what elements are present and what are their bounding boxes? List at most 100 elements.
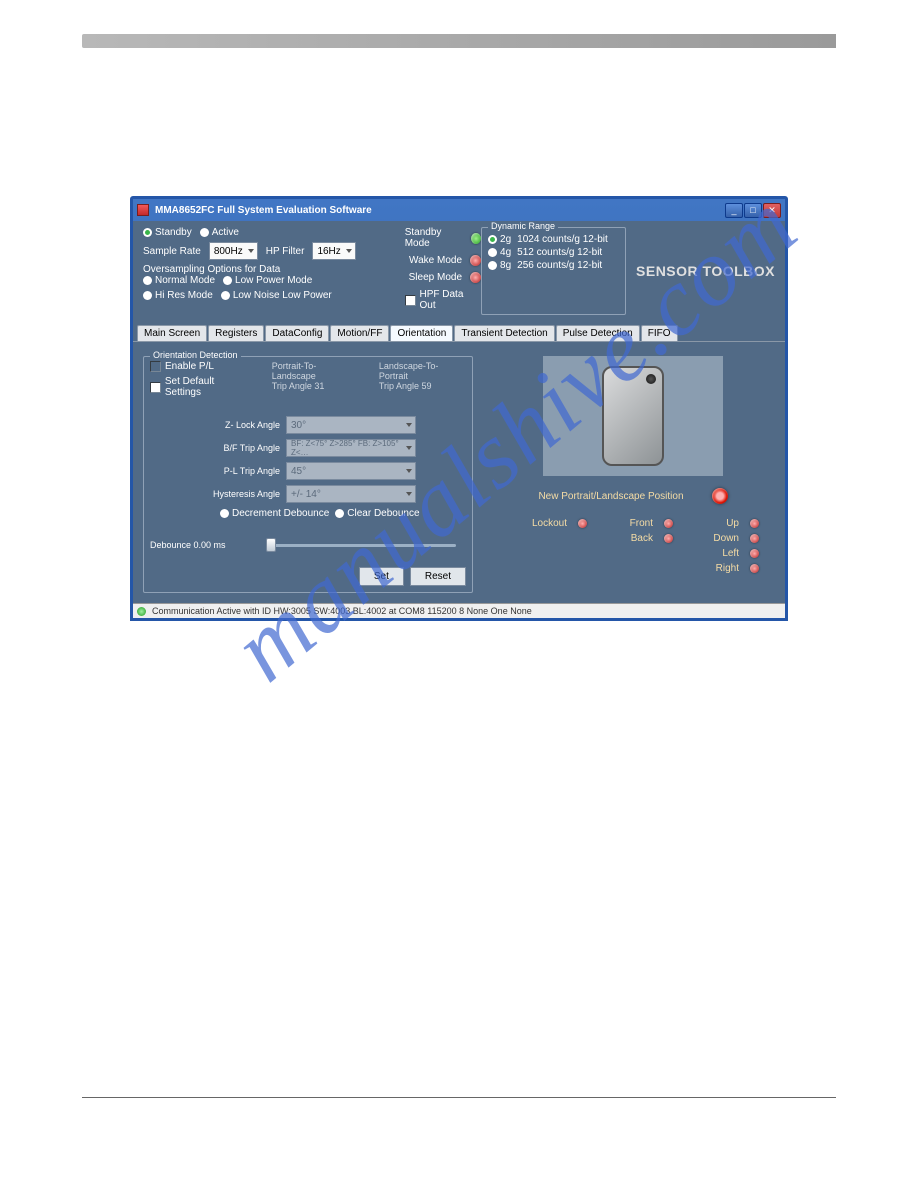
left-led [750, 549, 759, 558]
front-led [664, 519, 673, 528]
reset-button[interactable]: Reset [410, 567, 466, 586]
new-position-led [712, 488, 728, 504]
app-window: MMA8652FC Full System Evaluation Softwar… [130, 196, 788, 621]
titlebar[interactable]: MMA8652FC Full System Evaluation Softwar… [133, 199, 785, 221]
normal-mode-radio[interactable]: Normal Mode [143, 275, 215, 286]
tab-registers[interactable]: Registers [208, 325, 264, 341]
bf-select[interactable]: BF: Z<75° Z>285° FB: Z>105° Z<… [286, 439, 416, 457]
debounce-label: Debounce 0.00 ms [150, 540, 260, 550]
down-label: Down [713, 533, 739, 544]
standby-mode-label: Standby Mode [405, 227, 463, 249]
range-2g-radio[interactable]: 2g [488, 234, 511, 245]
hpf-data-out-label: HPF Data Out [420, 289, 482, 311]
decrement-debounce-radio[interactable]: Decrement Debounce [220, 508, 329, 519]
enable-pl-label: Enable P/L [165, 361, 214, 372]
bf-label: B/F Trip Angle [190, 443, 280, 453]
connection-led [137, 607, 146, 616]
z-lock-select[interactable]: 30° [286, 416, 416, 434]
range-2g-desc: 1024 counts/g 12-bit [517, 234, 608, 245]
debounce-slider[interactable] [266, 537, 456, 553]
camera-lens-icon [646, 374, 656, 384]
sample-rate-select[interactable]: 800Hz [209, 242, 258, 260]
down-led [750, 534, 759, 543]
phone-preview [543, 356, 723, 476]
ltp-label: Landscape-To-Portrait [379, 361, 466, 381]
dynamic-range-box: Dynamic Range 2g1024 counts/g 12-bit 4g5… [481, 227, 626, 315]
tab-transient[interactable]: Transient Detection [454, 325, 554, 341]
right-label: Right [716, 563, 739, 574]
range-2g-label: 2g [500, 234, 511, 245]
brand-label: SENSOR TOOLBOX [636, 227, 775, 315]
enable-pl-check[interactable]: Enable P/L [150, 361, 214, 372]
dec-debounce-label: Decrement Debounce [232, 508, 329, 519]
maximize-button[interactable]: □ [744, 203, 762, 218]
set-default-check[interactable]: Set Default Settings [150, 376, 252, 398]
z-lock-label: Z- Lock Angle [190, 420, 280, 430]
window-title: MMA8652FC Full System Evaluation Softwar… [155, 205, 372, 216]
up-led [750, 519, 759, 528]
ltp-value: Trip Angle 59 [379, 381, 466, 391]
set-default-label: Set Default Settings [165, 376, 252, 398]
right-led [750, 564, 759, 573]
minimize-button[interactable]: _ [725, 203, 743, 218]
range-4g-desc: 512 counts/g 12-bit [517, 247, 602, 258]
range-8g-label: 8g [500, 260, 511, 271]
tab-pulse[interactable]: Pulse Detection [556, 325, 640, 341]
page-top-rule [82, 34, 836, 48]
tab-orientation[interactable]: Orientation [390, 325, 453, 341]
clear-debounce-radio[interactable]: Clear Debounce [335, 508, 419, 519]
hysteresis-label: Hysteresis Angle [190, 489, 280, 499]
pl-trip-label: P-L Trip Angle [190, 466, 280, 476]
left-label: Left [722, 548, 739, 559]
standby-label: Standby [155, 227, 192, 238]
oversampling-label: Oversampling Options for Data [143, 264, 405, 275]
lownoise-label: Low Noise Low Power [233, 290, 332, 301]
statusbar: Communication Active with ID HW:3005 SW:… [133, 603, 785, 618]
tab-fifo[interactable]: FIFO [641, 325, 678, 341]
hysteresis-select[interactable]: +/- 14° [286, 485, 416, 503]
tab-dataconfig[interactable]: DataConfig [265, 325, 329, 341]
range-4g-label: 4g [500, 247, 511, 258]
ptl-label: Portrait-To-Landscape [272, 361, 359, 381]
close-button[interactable]: ✕ [763, 203, 781, 218]
lockout-led [578, 519, 587, 528]
set-button[interactable]: Set [359, 567, 404, 586]
phone-icon [602, 366, 664, 466]
normal-mode-label: Normal Mode [155, 275, 215, 286]
back-led [664, 534, 673, 543]
pl-trip-select[interactable]: 45° [286, 462, 416, 480]
sleep-led [470, 272, 481, 283]
ptl-value: Trip Angle 31 [272, 381, 359, 391]
page-bottom-rule [82, 1097, 836, 1098]
range-4g-radio[interactable]: 4g [488, 247, 511, 258]
low-power-radio[interactable]: Low Power Mode [223, 275, 312, 286]
orientation-detection-box: Orientation Detection Enable P/L Set Def… [143, 356, 473, 593]
app-icon [137, 204, 149, 216]
tab-main-screen[interactable]: Main Screen [137, 325, 207, 341]
up-label: Up [726, 518, 739, 529]
standby-radio[interactable]: Standby [143, 227, 192, 238]
orientation-legend: Orientation Detection [150, 350, 241, 360]
sleep-mode-label: Sleep Mode [409, 272, 462, 283]
range-8g-desc: 256 counts/g 12-bit [517, 260, 602, 271]
back-label: Back [631, 533, 653, 544]
range-8g-radio[interactable]: 8g [488, 260, 511, 271]
tab-motion-ff[interactable]: Motion/FF [330, 325, 389, 341]
hp-filter-select[interactable]: 16Hz [312, 242, 355, 260]
sample-rate-label: Sample Rate [143, 246, 201, 257]
front-label: Front [630, 518, 653, 529]
wake-led [470, 255, 481, 266]
hpf-data-out-check[interactable]: HPF Data Out [405, 289, 481, 311]
hp-filter-label: HP Filter [266, 246, 305, 257]
new-position-label: New Portrait/Landscape Position [538, 491, 683, 502]
active-label: Active [212, 227, 239, 238]
dynamic-range-legend: Dynamic Range [488, 221, 558, 231]
lownoise-radio[interactable]: Low Noise Low Power [221, 290, 332, 301]
hires-mode-radio[interactable]: Hi Res Mode [143, 290, 213, 301]
lockout-label: Lockout [532, 518, 567, 529]
standby-led [471, 233, 481, 244]
active-radio[interactable]: Active [200, 227, 239, 238]
clr-debounce-label: Clear Debounce [347, 508, 419, 519]
hires-mode-label: Hi Res Mode [155, 290, 213, 301]
wake-mode-label: Wake Mode [409, 255, 462, 266]
